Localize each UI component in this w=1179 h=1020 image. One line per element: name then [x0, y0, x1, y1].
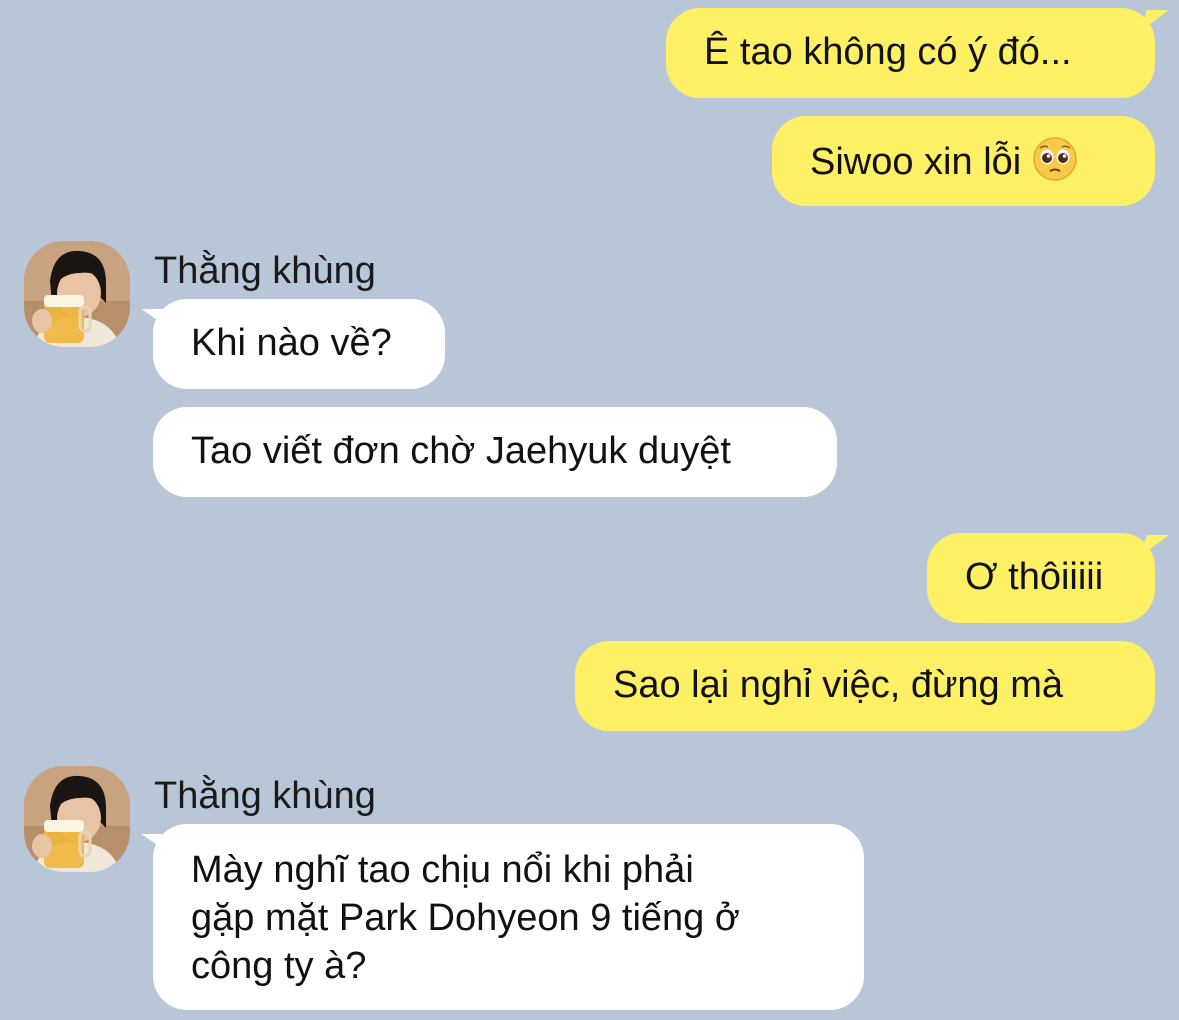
- contact-avatar[interactable]: [24, 766, 130, 872]
- contact-avatar[interactable]: [24, 241, 130, 347]
- message-text: Ơ thôiiiii: [965, 556, 1104, 598]
- avatar-photo-icon: [24, 241, 130, 347]
- message-text-line: công ty à?: [191, 945, 367, 987]
- outgoing-message-bubble[interactable]: Ơ thôiiiii: [927, 533, 1155, 623]
- avatar-photo-icon: [24, 766, 130, 872]
- sender-name: Thằng khùng: [154, 250, 376, 292]
- outgoing-message-bubble[interactable]: Sao lại nghỉ việc, đừng mà: [575, 641, 1155, 731]
- incoming-message-bubble[interactable]: Mày nghĩ tao chịu nổi khi phải gặp mặt P…: [153, 824, 864, 1010]
- incoming-message-bubble[interactable]: Khi nào về?: [153, 299, 445, 389]
- outgoing-message-bubble[interactable]: Siwoo xin lỗi: [772, 116, 1155, 206]
- pleading-face-icon: [1033, 137, 1077, 181]
- message-text-line: Mày nghĩ tao chịu nổi khi phải: [191, 849, 694, 891]
- sender-name: Thằng khùng: [154, 775, 376, 817]
- message-text-line: gặp mặt Park Dohyeon 9 tiếng ở: [191, 897, 740, 939]
- incoming-message-bubble[interactable]: Tao viết đơn chờ Jaehyuk duyệt: [153, 407, 837, 497]
- chat-area: Ê tao không có ý đó... Siwoo xin lỗi Thằ…: [0, 0, 1179, 1020]
- message-text: Siwoo xin lỗi: [810, 141, 1022, 183]
- message-text: Tao viết đơn chờ Jaehyuk duyệt: [191, 430, 731, 472]
- message-text: Ê tao không có ý đó...: [704, 31, 1072, 73]
- outgoing-message-bubble[interactable]: Ê tao không có ý đó...: [666, 8, 1155, 98]
- message-text: Khi nào về?: [191, 322, 392, 364]
- message-text: Sao lại nghỉ việc, đừng mà: [613, 664, 1064, 706]
